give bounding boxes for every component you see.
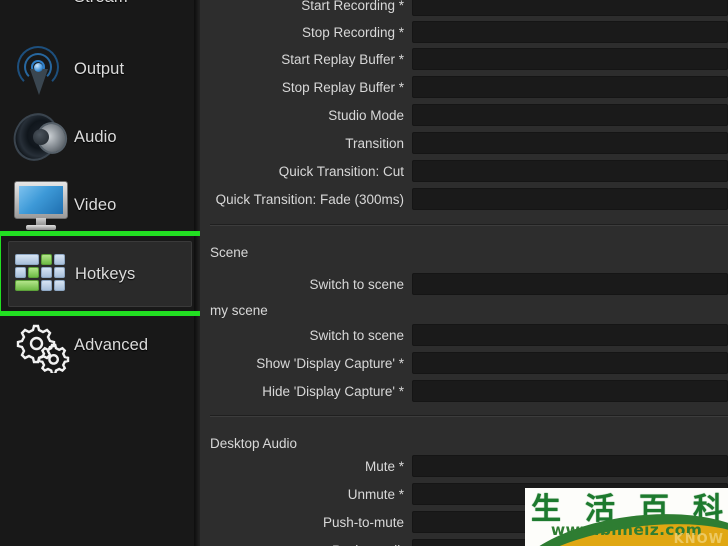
hotkey-label: Stop Replay Buffer * bbox=[281, 79, 404, 95]
hotkey-row[interactable]: Start Replay Buffer * bbox=[200, 48, 728, 70]
hotkey-input[interactable] bbox=[412, 324, 728, 346]
sidebar-item-label: Advanced bbox=[74, 335, 149, 354]
hotkey-input[interactable] bbox=[412, 273, 728, 295]
watermark-tagline: KNOW bbox=[673, 532, 724, 546]
hotkey-row[interactable]: Start Recording * bbox=[200, 0, 728, 16]
hotkey-row[interactable]: Quick Transition: Fade (300ms) bbox=[200, 188, 728, 210]
settings-sidebar: Stream Output Audio bbox=[0, 0, 200, 546]
sidebar-item-hotkeys[interactable]: Hotkeys bbox=[8, 241, 192, 307]
sidebar-item-label: Output bbox=[74, 59, 125, 78]
hotkey-input[interactable] bbox=[412, 132, 728, 154]
hotkey-label: Push-to-talk bbox=[200, 543, 412, 546]
hotkey-row[interactable]: Mute * bbox=[200, 455, 728, 477]
speaker-icon bbox=[8, 106, 74, 168]
hotkey-label: Start Replay Buffer * bbox=[281, 51, 404, 67]
hotkey-row[interactable]: Switch to scene bbox=[200, 273, 728, 295]
hotkey-input[interactable] bbox=[412, 455, 728, 477]
hotkey-label: Switch to scene bbox=[309, 276, 404, 292]
hotkey-label: Switch to scene bbox=[309, 327, 404, 343]
sidebar-item-label: Audio bbox=[74, 127, 117, 146]
hotkey-label: Hide 'Display Capture' * bbox=[262, 383, 404, 399]
hotkey-row[interactable]: Show 'Display Capture' * bbox=[200, 352, 728, 374]
hotkey-input[interactable] bbox=[412, 188, 728, 210]
hotkey-label: Start Recording * bbox=[301, 0, 404, 13]
sidebar-item-label: Hotkeys bbox=[75, 264, 136, 283]
hotkey-label: Show 'Display Capture' * bbox=[256, 355, 404, 371]
hotkey-label: Stop Recording * bbox=[301, 24, 404, 40]
group-title-desktop-audio: Desktop Audio bbox=[210, 436, 298, 451]
monitor-icon bbox=[8, 175, 74, 235]
hotkey-row[interactable]: Hide 'Display Capture' * bbox=[200, 380, 728, 402]
hotkey-label: Mute * bbox=[364, 458, 404, 474]
hotkey-input[interactable] bbox=[412, 380, 728, 402]
gears-icon bbox=[8, 315, 74, 375]
obs-settings-window: Stream Output Audio bbox=[0, 0, 728, 546]
watermark-overlay: 生 活 百 科 www.bimeiz.com KNOW bbox=[525, 488, 728, 546]
hotkey-input[interactable] bbox=[412, 21, 728, 43]
hotkey-row[interactable]: Switch to scene bbox=[200, 324, 728, 346]
hotkey-input[interactable] bbox=[412, 160, 728, 182]
hotkey-input[interactable] bbox=[412, 104, 728, 126]
hotkey-input[interactable] bbox=[412, 76, 728, 98]
hotkey-row[interactable]: Studio Mode bbox=[200, 104, 728, 126]
sidebar-item-advanced[interactable]: Advanced bbox=[8, 312, 192, 378]
hotkey-row[interactable]: Stop Recording * bbox=[200, 21, 728, 43]
broadcast-tower-icon bbox=[8, 39, 74, 99]
hotkey-row[interactable]: Transition bbox=[200, 132, 728, 154]
hotkey-label: Transition bbox=[345, 135, 404, 151]
hotkey-input[interactable] bbox=[412, 48, 728, 70]
hotkey-label: Quick Transition: Fade (300ms) bbox=[215, 191, 404, 207]
hotkey-input[interactable] bbox=[412, 0, 728, 16]
group-title-my-scene: my scene bbox=[210, 303, 268, 318]
hotkey-row[interactable]: Stop Replay Buffer * bbox=[200, 76, 728, 98]
sidebar-item-audio[interactable]: Audio bbox=[8, 104, 192, 170]
section-separator bbox=[210, 224, 728, 226]
sidebar-item-stream[interactable]: Stream bbox=[8, 0, 192, 30]
sidebar-item-label: Video bbox=[74, 195, 117, 214]
group-title-scene: Scene bbox=[210, 245, 249, 260]
hotkey-label: Studio Mode bbox=[328, 107, 404, 123]
gears-icon-svg bbox=[16, 324, 70, 373]
sidebar-item-label: Stream bbox=[74, 0, 128, 7]
keyboard-icon bbox=[9, 244, 75, 304]
hotkey-label: Push-to-mute bbox=[322, 514, 404, 530]
hotkeys-settings-panel: Start Recording * Stop Recording * Start… bbox=[200, 0, 728, 546]
hotkey-row[interactable]: Quick Transition: Cut bbox=[200, 160, 728, 182]
sidebar-item-output[interactable]: Output bbox=[8, 36, 192, 102]
hotkey-input[interactable] bbox=[412, 352, 728, 374]
sidebar-item-video[interactable]: Video bbox=[8, 172, 192, 238]
section-separator bbox=[210, 415, 728, 417]
hotkey-label: Unmute * bbox=[347, 486, 404, 502]
satellite-dish-icon bbox=[8, 0, 74, 27]
hotkey-label: Quick Transition: Cut bbox=[278, 163, 404, 179]
